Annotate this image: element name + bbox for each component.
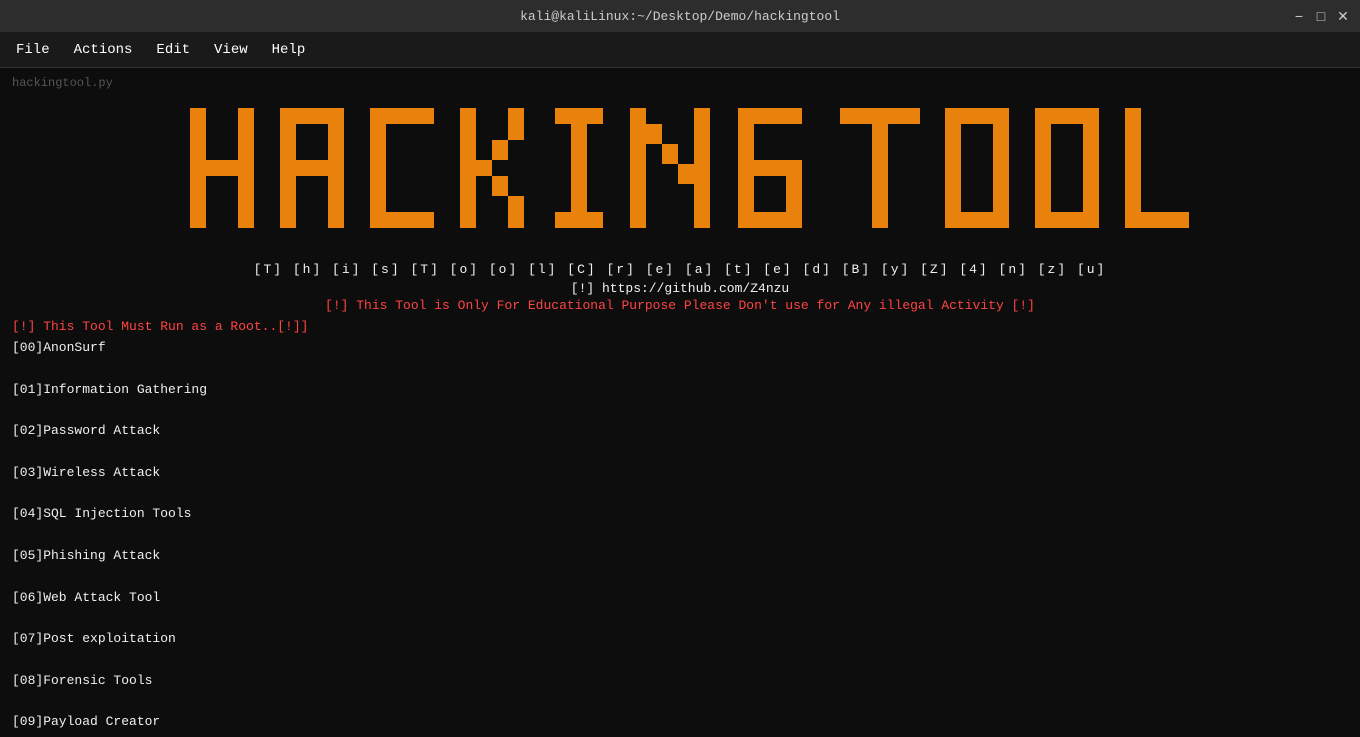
menu-view[interactable]: View — [202, 38, 260, 62]
menu-item-06: [06]Web Attack Tool — [12, 588, 1348, 609]
menu-item-04: [04]SQL Injection Tools — [12, 504, 1348, 525]
tagline: [T] [h] [i] [s] [T] [o] [o] [l] [C] [r] … — [12, 262, 1348, 277]
menu-item-08: [08]Forensic Tools — [12, 671, 1348, 692]
menu-bar: File Actions Edit View Help — [0, 32, 1360, 68]
warning-root: [!] This Tool Must Run as a Root..[!]] — [12, 319, 1348, 334]
maximize-button[interactable]: □ — [1312, 7, 1330, 25]
menu-item-07: [07]Post exploitation — [12, 629, 1348, 650]
menu-help[interactable]: Help — [260, 38, 318, 62]
title-bar: kali@kaliLinux:~/Desktop/Demo/hackingtoo… — [0, 0, 1360, 32]
window-controls: − □ ✕ — [1290, 7, 1352, 25]
warning-edu: [!] This Tool is Only For Educational Pu… — [12, 298, 1348, 313]
menu-item-09: [09]Payload Creator — [12, 712, 1348, 733]
menu-item-02: [02]Password Attack — [12, 421, 1348, 442]
menu-item-03: [03]Wireless Attack — [12, 463, 1348, 484]
window-title: kali@kaliLinux:~/Desktop/Demo/hackingtoo… — [520, 9, 840, 24]
menu-actions[interactable]: Actions — [62, 38, 145, 62]
banner-svg: .px { fill: #E8820C; } .px-dark { fill: … — [170, 98, 1190, 258]
close-button[interactable]: ✕ — [1334, 7, 1352, 25]
menu-item-01: [01]Information Gathering — [12, 380, 1348, 401]
menu-list: [00]AnonSurf [01]Information Gathering [… — [12, 338, 1348, 737]
terminal: hackingtool.py .px { fill: #E8820C; } .p… — [0, 68, 1360, 737]
menu-item-05: [05]Phishing Attack — [12, 546, 1348, 567]
github-link: [!] https://github.com/Z4nzu — [12, 281, 1348, 296]
top-script-line: hackingtool.py — [12, 76, 1348, 90]
menu-file[interactable]: File — [4, 38, 62, 62]
banner-container: .px { fill: #E8820C; } .px-dark { fill: … — [12, 98, 1348, 258]
menu-edit[interactable]: Edit — [144, 38, 202, 62]
minimize-button[interactable]: − — [1290, 7, 1308, 25]
menu-item-00: [00]AnonSurf — [12, 338, 1348, 359]
content-layer: hackingtool.py .px { fill: #E8820C; } .p… — [12, 76, 1348, 737]
